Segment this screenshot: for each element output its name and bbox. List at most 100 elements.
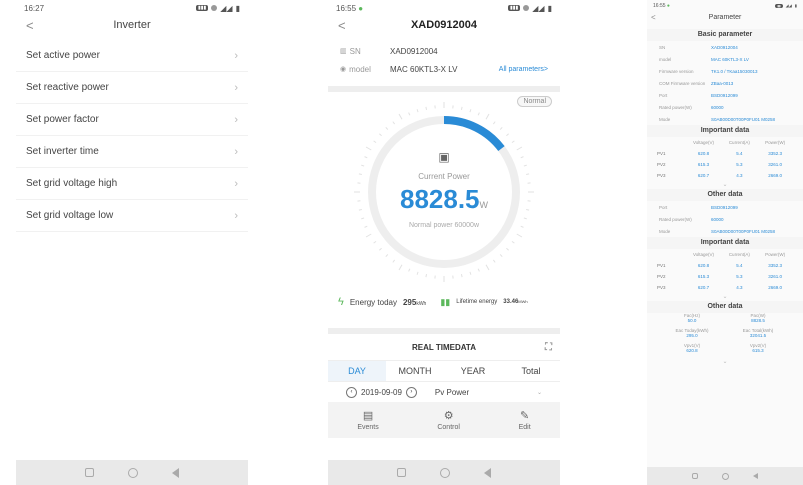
- expand-icon[interactable]: ⌄: [647, 293, 803, 301]
- system-nav-bar: [328, 460, 560, 485]
- back-nav-icon[interactable]: [172, 467, 179, 478]
- gauge-tick: [469, 109, 472, 113]
- back-icon[interactable]: <: [26, 18, 34, 33]
- tab-month[interactable]: MONTH: [386, 361, 444, 381]
- gauge-tick: [385, 127, 389, 130]
- events-button[interactable]: ▤ Events: [357, 409, 378, 431]
- home-icon[interactable]: [722, 472, 729, 480]
- data-cell: Vpv1(V) 620.8: [659, 343, 725, 358]
- events-label: Events: [357, 424, 379, 431]
- recent-apps-icon[interactable]: [85, 468, 94, 477]
- chevron-right-icon: ›: [234, 81, 238, 94]
- all-parameters-link[interactable]: All parameters>: [499, 66, 548, 73]
- table-cell: PV3: [657, 285, 666, 290]
- gauge-tick: [425, 274, 428, 278]
- table-cell: 2669.0: [768, 173, 782, 178]
- table-cell: 3261.0: [768, 162, 782, 167]
- menu-item-label: Set power factor: [26, 114, 99, 125]
- back-nav-icon[interactable]: [753, 473, 758, 479]
- battery-saver-icon: ▮▮: [775, 3, 783, 8]
- fullscreen-icon[interactable]: ⛶: [545, 342, 552, 353]
- gauge-tick: [398, 113, 403, 120]
- table-row: PV1 620.8 5.4 3352.3: [647, 260, 803, 271]
- gauge-tick: [385, 254, 389, 257]
- dropdown-icon[interactable]: ⌄: [537, 389, 542, 396]
- app-notify-icon: ●: [358, 3, 364, 13]
- chevron-right-icon: ›: [234, 209, 238, 222]
- battery-icon: ▮: [794, 3, 797, 8]
- menu-item[interactable]: Set power factor ›: [16, 104, 248, 136]
- menu-item[interactable]: Set grid voltage low ›: [16, 200, 248, 232]
- gauge-tick: [523, 164, 527, 167]
- recent-apps-icon[interactable]: [397, 468, 406, 477]
- chevron-right-icon: ›: [234, 177, 238, 190]
- recent-apps-icon[interactable]: [692, 473, 698, 479]
- gauge-tick: [392, 121, 396, 125]
- table-row: PV1 620.8 5.4 3352.3: [647, 148, 803, 159]
- gauge-tick: [477, 268, 480, 272]
- status-time-text: 16:55: [653, 2, 666, 9]
- home-icon[interactable]: [440, 467, 450, 478]
- control-button[interactable]: ⚙ Control: [437, 409, 460, 431]
- table-cell: 615.3: [697, 274, 710, 279]
- table-row: PV3 620.7 4.3 2669.0: [647, 282, 803, 293]
- tab-day[interactable]: DAY: [328, 361, 386, 381]
- back-icon[interactable]: <: [651, 13, 656, 22]
- parameter-label: Firmware version: [659, 68, 694, 74]
- phone-parameter-screen: 16:55 ● ▮▮ ◢◢ ▮ < Parameter Basic parame…: [647, 0, 803, 485]
- period-tabs: DAY MONTH YEAR Total: [328, 360, 560, 382]
- back-nav-icon[interactable]: [484, 467, 491, 478]
- home-icon[interactable]: [128, 467, 138, 478]
- tab-total[interactable]: Total: [502, 361, 560, 381]
- parameter-row: Rated power(W) 60000: [647, 213, 803, 225]
- data-cell-value: 615.3: [752, 348, 764, 353]
- table-cell: 615.3: [697, 162, 710, 167]
- parameter-value: S0AB00D00T00P0FU01 M0258: [711, 116, 776, 122]
- menu-item[interactable]: Set inverter time ›: [16, 136, 248, 168]
- other-data-grid: Fac(Hz) 50.0 Pac(W) 8828.5 Eac Today(kWh) 295…: [647, 313, 803, 358]
- status-time-text: 16:55: [336, 3, 357, 13]
- parameter-label: SN: [659, 44, 666, 50]
- parameter-row: COM Firmware version ZBaa-0013: [647, 77, 803, 89]
- lifetime-energy-value: 33.46: [503, 299, 519, 305]
- expand-icon[interactable]: ⌄: [647, 358, 803, 366]
- date-value[interactable]: 2019-09-09: [361, 388, 402, 397]
- menu-item[interactable]: Set reactive power ›: [16, 72, 248, 104]
- table-cell: 620.8: [697, 151, 710, 156]
- prev-date-icon[interactable]: ‹: [346, 386, 357, 398]
- current-power-label: Current Power: [418, 172, 470, 181]
- lifetime-energy-unit: MWh: [518, 299, 528, 304]
- table-cell: PV2: [657, 274, 666, 279]
- basic-parameter-list: SN XAD0912004 model MAC 60KTL3-X LV Firmware…: [647, 41, 803, 125]
- back-icon[interactable]: <: [338, 18, 346, 33]
- section-important-data: Important data: [647, 125, 803, 137]
- expand-icon[interactable]: ⌄: [647, 181, 803, 189]
- menu-item[interactable]: Set grid voltage high ›: [16, 168, 248, 200]
- metric-select[interactable]: Pv Power: [435, 388, 469, 397]
- tab-year[interactable]: YEAR: [444, 361, 502, 381]
- status-time: 16:27: [24, 3, 45, 13]
- gauge-tick: [373, 240, 377, 244]
- data-cell-value: 620.8: [686, 348, 698, 353]
- parameter-value: ZBaa-0013: [711, 80, 734, 86]
- table-header-cell: Power(W): [765, 252, 786, 257]
- gauge-tick: [477, 112, 480, 116]
- gauge-tick: [523, 217, 527, 220]
- model-label: model: [349, 64, 371, 74]
- table-cell: 620.7: [697, 285, 710, 290]
- page-title: Inverter: [113, 19, 151, 31]
- gauge-tick: [469, 271, 472, 275]
- menu-item[interactable]: Set active power ›: [16, 40, 248, 72]
- parameter-row: Firmware version TK1.0 / TKaa15030013: [647, 65, 803, 77]
- edit-button[interactable]: ✎ Edit: [519, 409, 531, 431]
- menu-item-label: Set reactive power: [26, 82, 109, 93]
- gauge-tick: [499, 127, 503, 130]
- next-date-icon[interactable]: ›: [405, 386, 417, 398]
- gauge-tick: [460, 274, 463, 278]
- energy-today-unit: kWh: [416, 300, 427, 307]
- section-other-data-2: Other data: [647, 301, 803, 313]
- table-header-row: Voltage(V) Current(A) Power(W): [647, 137, 803, 148]
- parameter-label: Rated power(W): [659, 104, 692, 110]
- gauge-tick: [499, 254, 503, 257]
- nav-bar: < Parameter: [647, 11, 803, 23]
